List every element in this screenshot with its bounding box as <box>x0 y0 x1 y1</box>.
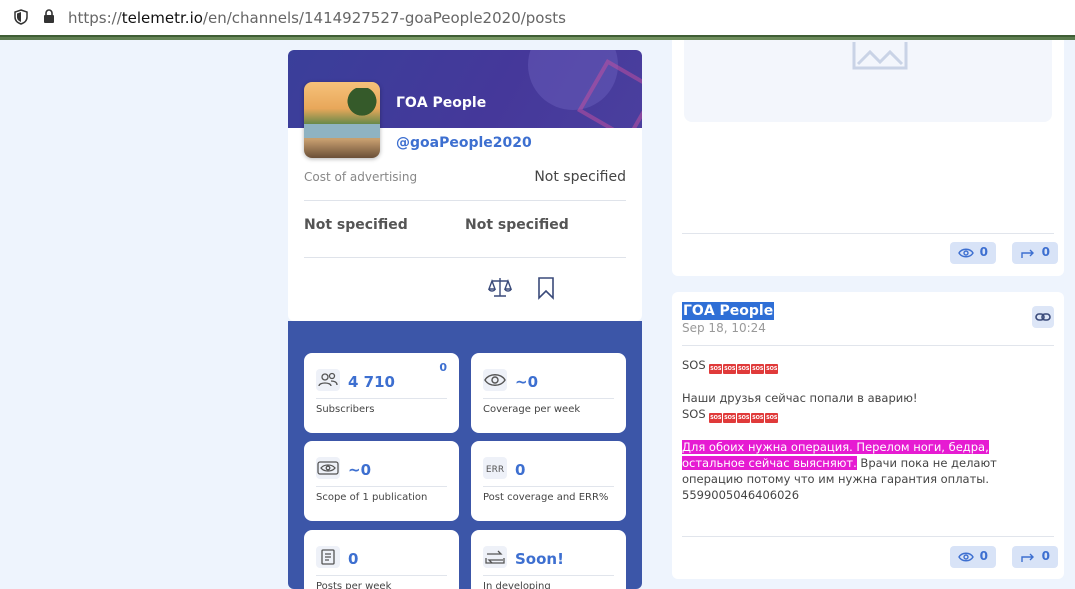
copy-link-button[interactable] <box>1032 306 1054 328</box>
stat-label: Subscribers <box>316 404 375 415</box>
post-card: 0 0 <box>672 40 1064 276</box>
lock-icon[interactable] <box>40 9 58 27</box>
post-card: ГОА People Sep 18, 10:24 SOS SOS SOS SOS SO… <box>672 292 1064 579</box>
stat-card-posts-week[interactable]: 0 Posts per week <box>304 530 459 589</box>
sos-emoji: SOS <box>723 413 737 423</box>
card-number: 5599005046406026 <box>682 488 800 502</box>
post-date: Sep 18, 10:24 <box>682 321 766 335</box>
stat-value: Soon! <box>515 550 564 568</box>
stat-card-scope[interactable]: ~0 Scope of 1 publication <box>304 441 459 521</box>
stat-label: Posts per week <box>316 581 392 589</box>
post-line: SOS SOS SOS SOS SOS SOS <box>682 357 1042 374</box>
shares-count: 0 <box>1041 549 1050 563</box>
channel-card: ГОА People @goaPeople2020 Cost of advert… <box>288 50 642 321</box>
divider <box>483 398 614 399</box>
bookmark-icon[interactable] <box>536 276 558 300</box>
share-icon <box>1021 249 1034 258</box>
compare-scale-icon[interactable] <box>487 276 513 300</box>
stat-card-coverage-week[interactable]: ~0 Coverage per week <box>471 353 626 433</box>
repost-box-icon <box>483 546 507 568</box>
sos-emoji: SOS <box>723 364 737 374</box>
eye-icon <box>483 369 507 391</box>
cost-value: Not specified <box>534 169 626 185</box>
address-bar[interactable]: https://telemetr.io/en/channels/14149275… <box>0 0 1075 37</box>
stat-value: ~0 <box>515 373 539 391</box>
shares-pill[interactable]: 0 <box>1012 242 1058 264</box>
url-path: /en/channels/1414927527-goaPeople2020/po… <box>202 9 566 27</box>
url-text[interactable]: https://telemetr.io/en/channels/14149275… <box>68 9 566 27</box>
info-value-right: Not specified <box>465 217 569 233</box>
channel-handle-link[interactable]: @goaPeople2020 <box>396 135 532 151</box>
sos-emoji: SOS <box>765 364 779 374</box>
stat-value: 0 <box>515 461 526 479</box>
url-domain: telemetr.io <box>121 9 203 27</box>
eye-icon <box>958 552 974 562</box>
stat-card-developing[interactable]: Soon! In developing <box>471 530 626 589</box>
stat-value: 0 <box>348 550 359 568</box>
divider <box>316 398 447 399</box>
divider <box>316 486 447 487</box>
stats-panel: 4 710 0 Subscribers ~0 Coverage per week… <box>288 321 642 589</box>
sos-emoji: SOS <box>709 364 723 374</box>
post-image-placeholder <box>684 40 1052 122</box>
stat-label: Coverage per week <box>483 404 581 415</box>
err-icon: ERR <box>483 457 507 479</box>
channel-title: ГОА People <box>396 95 487 111</box>
shares-pill[interactable]: 0 <box>1012 546 1058 568</box>
post-line: SOS SOS SOS SOS SOS SOS <box>682 406 1042 423</box>
shares-count: 0 <box>1041 245 1050 259</box>
divider <box>682 233 1054 234</box>
stat-label: Scope of 1 publication <box>316 492 428 503</box>
views-count: 0 <box>979 245 988 259</box>
post-line-text: SOS <box>682 407 706 421</box>
stat-label: Post coverage and ERR% <box>483 492 609 503</box>
divider <box>682 536 1054 537</box>
eye-icon <box>958 248 974 258</box>
eye-tag-icon <box>316 457 340 479</box>
stat-value: ~0 <box>348 461 372 479</box>
svg-text:ERR: ERR <box>486 465 504 475</box>
post-line-text: SOS <box>682 358 706 372</box>
divider <box>316 575 447 576</box>
stat-label: In developing <box>483 581 551 589</box>
cost-label: Cost of advertising <box>304 170 418 184</box>
channel-avatar[interactable] <box>304 82 380 158</box>
info-value-left: Not specified <box>304 217 408 233</box>
stat-card-err[interactable]: ERR 0 Post coverage and ERR% <box>471 441 626 521</box>
post-paragraph: Для обоих нужна операция. Перелом ноги, … <box>682 439 1042 487</box>
divider <box>483 486 614 487</box>
sos-emoji: SOS <box>751 364 765 374</box>
views-pill[interactable]: 0 <box>950 242 996 264</box>
views-pill[interactable]: 0 <box>950 546 996 568</box>
shield-icon[interactable] <box>12 9 30 27</box>
sos-emoji: SOS <box>765 413 779 423</box>
divider <box>304 200 626 201</box>
divider <box>304 257 626 258</box>
sos-emoji: SOS <box>737 413 751 423</box>
users-icon <box>316 369 340 391</box>
post-author[interactable]: ГОА People <box>682 302 775 320</box>
sos-emoji: SOS <box>737 364 751 374</box>
share-icon <box>1021 553 1034 562</box>
post-line: Наши друзья сейчас попали в аварию! <box>682 391 918 405</box>
image-placeholder-icon <box>852 42 908 70</box>
sos-emoji: SOS <box>709 413 723 423</box>
views-count: 0 <box>979 549 988 563</box>
divider <box>483 575 614 576</box>
link-icon <box>1035 313 1051 321</box>
document-icon <box>316 546 340 568</box>
post-text: SOS SOS SOS SOS SOS SOS Наши друзья сейчас п… <box>682 357 1042 503</box>
browser-toolbar: https://telemetr.io/en/channels/14149275… <box>0 0 1075 40</box>
divider <box>682 345 1054 346</box>
avatar-palm <box>344 88 380 132</box>
stat-badge: 0 <box>439 361 447 374</box>
url-prefix: https:// <box>68 9 122 27</box>
stat-value: 4 710 <box>348 373 395 391</box>
sos-emoji: SOS <box>751 413 765 423</box>
stat-card-subscribers[interactable]: 4 710 0 Subscribers <box>304 353 459 433</box>
